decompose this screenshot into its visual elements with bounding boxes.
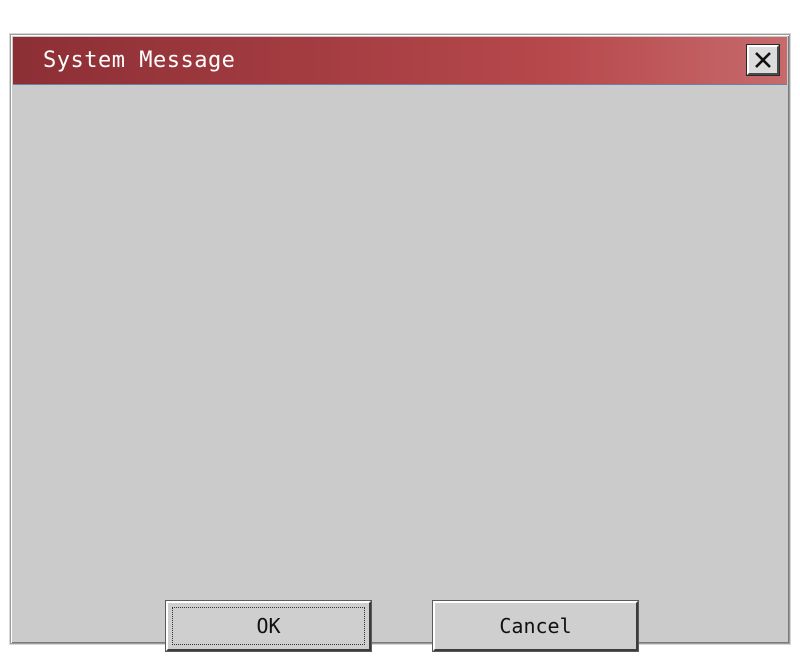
title-bar[interactable]: System Message (13, 37, 787, 85)
ok-button-label: OK (256, 614, 281, 638)
close-button[interactable] (746, 44, 780, 76)
close-icon (753, 50, 773, 70)
cancel-button-label: Cancel (499, 614, 572, 638)
cancel-button[interactable]: Cancel (432, 600, 639, 652)
dialog-title: System Message (43, 48, 236, 73)
system-message-dialog: System Message OK Cancel (10, 34, 790, 652)
ok-button[interactable]: OK (165, 600, 372, 652)
dialog-body: OK Cancel (13, 85, 787, 652)
